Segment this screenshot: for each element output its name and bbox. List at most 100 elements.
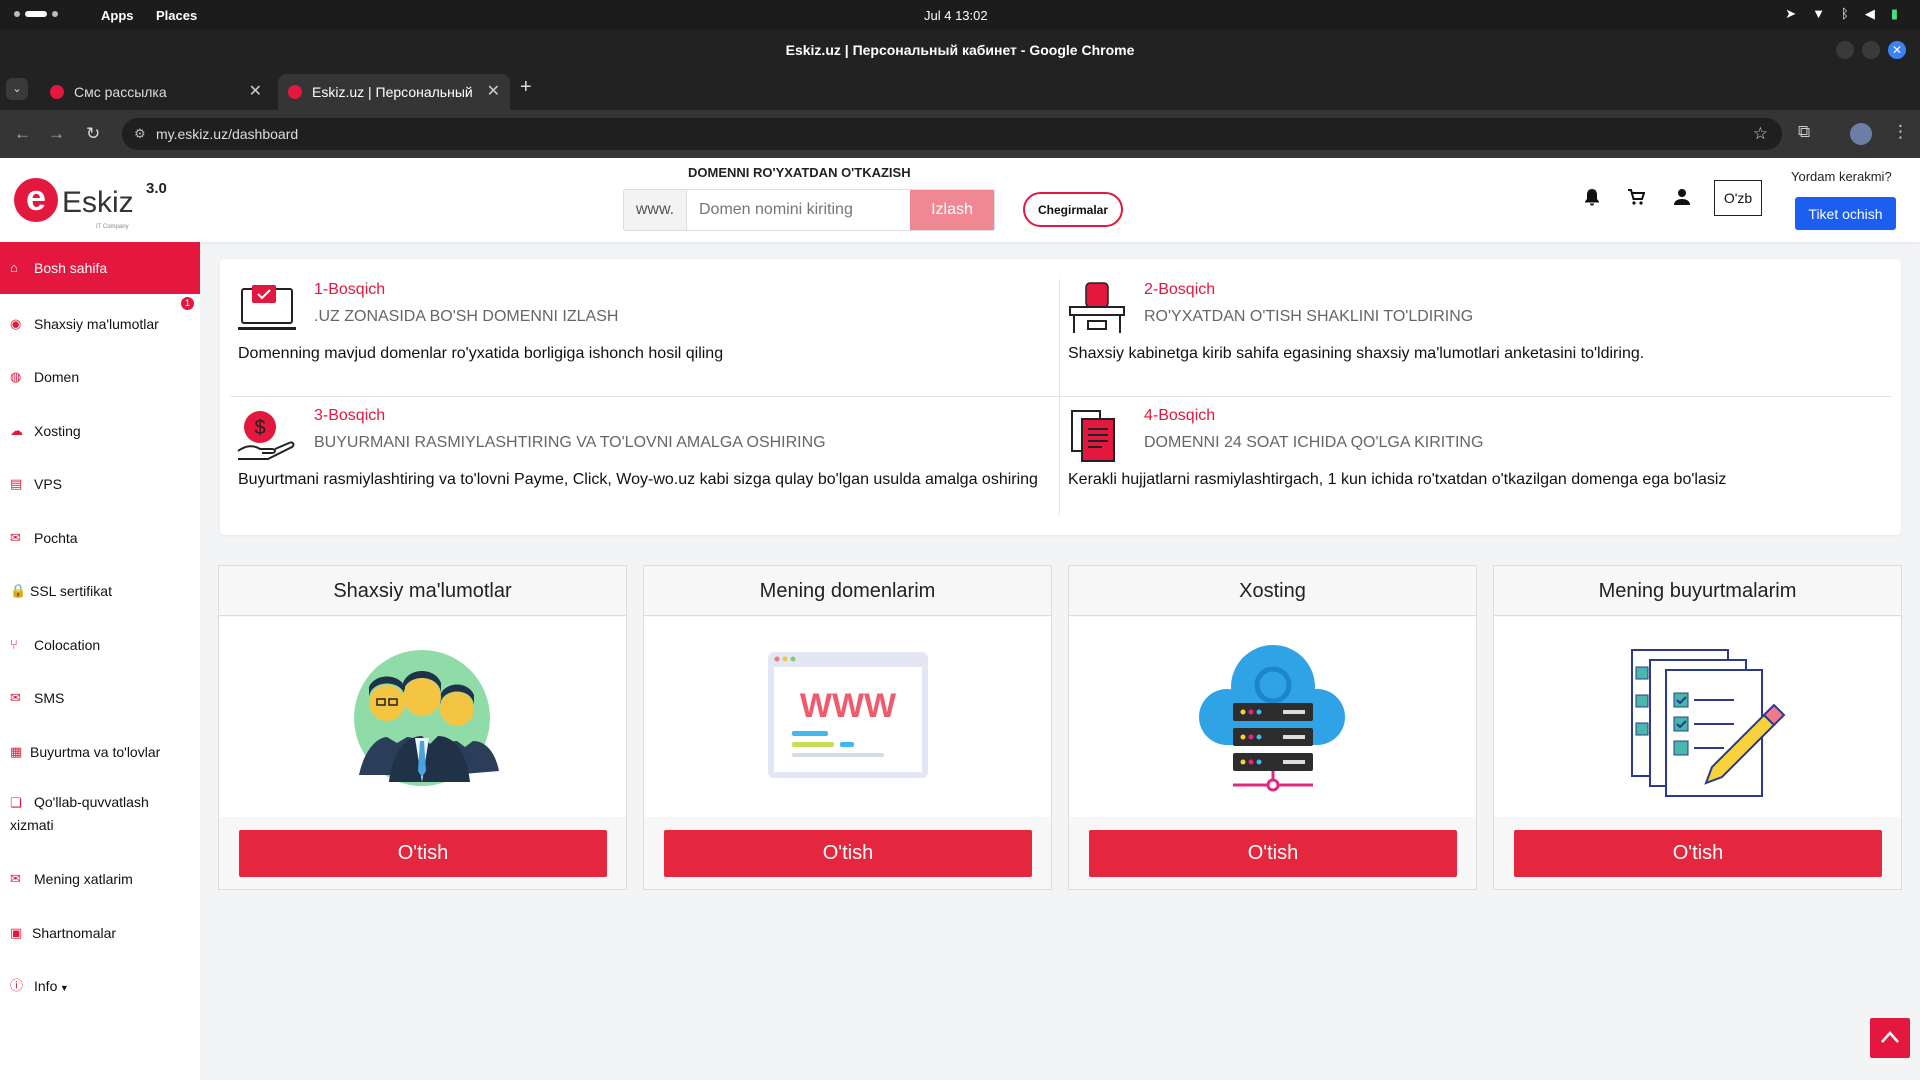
chat-icon: ❏ xyxy=(10,795,22,810)
open-ticket-button[interactable]: Tiket ochish xyxy=(1795,197,1896,230)
sidebar-item-domain[interactable]: ◍ Domen xyxy=(0,368,200,386)
step-number: 1-Bosqich xyxy=(314,281,386,298)
sidebar-item-label: Shartnomalar xyxy=(32,925,117,941)
calculator-icon: ▦ xyxy=(10,744,23,759)
sidebar-item-support[interactable]: ❏ Qo'llab-quvvatlash xizmati xyxy=(0,791,180,837)
logo-name: Eskiz xyxy=(62,186,134,219)
tab-close-icon[interactable]: ✕ xyxy=(482,74,500,110)
home-icon: ⌂ xyxy=(10,260,18,275)
www-prefix: www. xyxy=(624,190,687,230)
card-body xyxy=(219,617,626,817)
sidebar-item-label: Colocation xyxy=(34,637,101,653)
notification-badge: 1 xyxy=(181,297,194,310)
info-icon: ⓘ xyxy=(10,978,24,993)
domain-search-input[interactable] xyxy=(687,190,910,230)
sidebar-item-label: Shaxsiy ma'lumotlar xyxy=(34,316,159,332)
sidebar-item-personal[interactable]: ◉ Shaxsiy ma'lumotlar xyxy=(0,315,200,333)
card-go-button[interactable]: O'tish xyxy=(1514,830,1882,877)
tab-bar: ⌄ Смс рассылка ✕ Eskiz.uz | Персональный… xyxy=(0,70,1920,110)
sidebar-item-ssl[interactable]: 🔒 SSL sertifikat xyxy=(0,582,200,600)
back-icon[interactable]: ← xyxy=(14,124,31,144)
eskiz-logo[interactable]: e Eskiz IT Company 3.0 xyxy=(10,168,170,232)
battery-icon[interactable]: ▮ xyxy=(1891,6,1898,22)
window-controls: ✕ xyxy=(1836,41,1906,59)
language-button[interactable]: O'zb xyxy=(1714,180,1762,216)
browser-www-icon: WWW xyxy=(768,652,928,778)
favicon-icon xyxy=(288,85,302,99)
card-title: Mening buyurtmalarim xyxy=(1494,566,1901,616)
tab-sms[interactable]: Смс рассылка ✕ xyxy=(40,74,272,110)
card-domains: Mening domenlarim WWW O'tish xyxy=(643,565,1052,890)
tab-title: Eskiz.uz | Персональный xyxy=(312,84,473,100)
card-go-button[interactable]: O'tish xyxy=(1089,830,1457,877)
volume-icon[interactable]: ◀ xyxy=(1865,6,1875,22)
sidebar-item-orders[interactable]: ▦ Buyurtma va to'lovlar xyxy=(0,743,200,761)
caret-down-icon: ▼ xyxy=(57,983,69,993)
sidebar-item-contracts[interactable]: ▣ Shartnomalar xyxy=(0,924,200,942)
step-divider xyxy=(1059,279,1060,515)
system-tray[interactable]: ➤ ▼ ᛒ ◀ ▮ xyxy=(1785,6,1898,22)
new-tab-button[interactable]: + xyxy=(520,76,532,99)
wifi-icon[interactable]: ▼ xyxy=(1812,6,1825,22)
tab-eskiz[interactable]: Eskiz.uz | Персональный ✕ xyxy=(278,74,510,110)
lock-icon: 🔒 xyxy=(10,583,27,598)
forward-icon[interactable]: → xyxy=(48,124,65,144)
step-description: Shaxsiy kabinetga kirib sahifa egasining… xyxy=(1068,345,1645,362)
envelope-icon: ✉ xyxy=(10,690,21,705)
sidebar-item-label: SSL sertifikat xyxy=(30,583,112,599)
close-window-button[interactable]: ✕ xyxy=(1888,41,1906,59)
search-button[interactable]: Izlash xyxy=(910,190,994,230)
telegram-icon[interactable]: ➤ xyxy=(1785,6,1796,22)
cloud-server-icon xyxy=(1199,645,1345,792)
sidebar: ⌂ Bosh sahifa ◉ Shaxsiy ma'lumotlar ◍ Domen… xyxy=(0,242,200,1080)
version-label: 3.0 xyxy=(146,180,167,197)
site-settings-icon[interactable]: ⚙ xyxy=(134,118,146,150)
cart-icon[interactable] xyxy=(1626,188,1646,210)
card-go-button[interactable]: O'tish xyxy=(239,830,607,877)
sidebar-item-label: VPS xyxy=(34,476,63,492)
sidebar-item-info[interactable]: ⓘ Info ▼ xyxy=(0,977,200,997)
scroll-to-top-button[interactable] xyxy=(1870,1018,1910,1058)
bluetooth-icon[interactable]: ᛒ xyxy=(1841,6,1849,22)
sidebar-item-letters[interactable]: ✉ Mening xatlarim xyxy=(0,870,200,888)
user-circle-icon: ◉ xyxy=(10,316,22,331)
sidebar-item-mail[interactable]: ✉ Pochta xyxy=(0,529,200,547)
tab-search-button[interactable]: ⌄ xyxy=(6,78,28,100)
maximize-button[interactable] xyxy=(1862,41,1880,59)
apps-menu[interactable]: Apps xyxy=(101,8,134,23)
sidebar-item-label: Xosting xyxy=(34,423,81,439)
discounts-button[interactable]: Chegirmalar xyxy=(1023,192,1123,227)
step-number: 3-Bosqich xyxy=(314,407,386,424)
workspace-indicator[interactable] xyxy=(14,11,58,17)
sidebar-item-home[interactable]: ⌂ Bosh sahifa xyxy=(0,242,200,294)
system-clock[interactable]: Jul 4 13:02 xyxy=(924,8,988,23)
card-title: Mening domenlarim xyxy=(644,566,1051,616)
cloud-icon: ☁ xyxy=(10,423,23,438)
bookmark-star-icon[interactable]: ☆ xyxy=(1753,118,1768,150)
server-icon: ▤ xyxy=(10,476,23,491)
chevron-up-icon xyxy=(1881,1031,1899,1043)
places-menu[interactable]: Places xyxy=(156,8,197,23)
sidebar-item-colocation[interactable]: ⑂ Colocation xyxy=(0,636,200,654)
extensions-icon[interactable]: ⧉ xyxy=(1798,122,1810,142)
sidebar-item-sms[interactable]: ✉ SMS xyxy=(0,689,200,707)
user-icon[interactable] xyxy=(1672,188,1692,210)
sidebar-item-vps[interactable]: ▤ VPS xyxy=(0,475,200,493)
bell-icon[interactable] xyxy=(1582,188,1602,210)
domain-search-group: www. Izlash xyxy=(623,189,995,231)
step-title: DOMENNI 24 SOAT ICHIDA QO'LGA KIRITING xyxy=(1144,434,1484,451)
envelope-icon: ✉ xyxy=(10,871,21,886)
card-go-button[interactable]: O'tish xyxy=(664,830,1032,877)
tab-close-icon[interactable]: ✕ xyxy=(249,74,262,110)
step-number: 4-Bosqich xyxy=(1144,407,1216,424)
minimize-button[interactable] xyxy=(1836,41,1854,59)
step-1: 1-Bosqich .UZ ZONASIDA BO'SH DOMENNI IZL… xyxy=(220,259,1050,385)
site-header: e Eskiz IT Company 3.0 DOMENNI RO'YXATDA… xyxy=(0,158,1920,242)
menu-kebab-icon[interactable]: ⋮ xyxy=(1892,122,1909,142)
card-personal: Shaxsiy ma'lumotlar O'tish xyxy=(218,565,627,890)
sidebar-item-hosting[interactable]: ☁ Xosting xyxy=(0,422,200,440)
reload-icon[interactable]: ↻ xyxy=(86,124,100,144)
address-bar[interactable]: ⚙ my.eskiz.uz/dashboard ☆ xyxy=(122,118,1782,150)
profile-avatar[interactable] xyxy=(1850,123,1872,145)
branch-icon: ⑂ xyxy=(10,637,18,652)
